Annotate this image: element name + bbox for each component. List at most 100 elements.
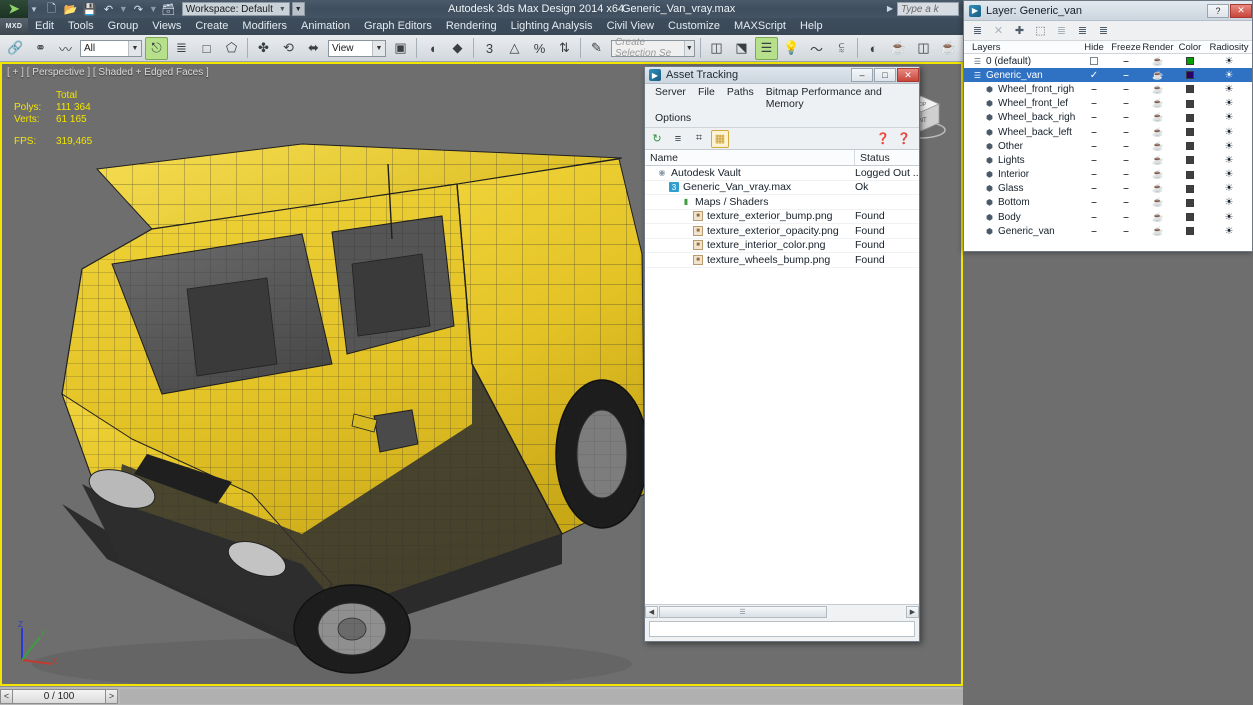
scroll-left-icon[interactable]: ◀	[645, 605, 658, 618]
rendered-frame-window-icon[interactable]: ◫	[912, 37, 935, 60]
max-logo-icon[interactable]: ➤	[0, 0, 28, 18]
asset-row[interactable]: ■ texture_wheels_bump.png Found	[645, 253, 919, 268]
percent-snap-toggle-icon[interactable]: %	[528, 37, 551, 60]
scroll-right-icon[interactable]: ▶	[906, 605, 919, 618]
layer-color-swatch[interactable]	[1174, 85, 1206, 94]
asset-row[interactable]: ■ texture_interior_color.png Found	[645, 239, 919, 253]
menu-edit[interactable]: Edit	[28, 18, 61, 35]
layer-render-toggle[interactable]: ☕	[1142, 70, 1174, 81]
menu-animation[interactable]: Animation	[294, 18, 357, 35]
layer-render-toggle[interactable]: ☕	[1142, 226, 1174, 237]
mirror-icon[interactable]: ◫	[705, 37, 728, 60]
layer-column-layers[interactable]: Layers	[964, 42, 1078, 53]
layer-color-swatch[interactable]	[1174, 57, 1206, 66]
menu-modifiers[interactable]: Modifiers	[235, 18, 294, 35]
layer-manager-dialog[interactable]: ▶ Layer: Generic_van ? ✕ ≣ ✕ ✚ ⬚ ≣ ≣ ≣ L…	[963, 0, 1253, 252]
save-file-button[interactable]: 💾	[81, 1, 98, 17]
layer-hide-toggle[interactable]: –	[1078, 169, 1110, 180]
rectangular-selection-region-icon[interactable]: □	[195, 37, 218, 60]
select-and-link-icon[interactable]: 🔗	[4, 37, 27, 60]
layer-row-wheel-front-left[interactable]: ⬢ Wheel_front_lef – – ☕ ☀	[964, 97, 1252, 111]
layer-row-glass[interactable]: ⬢ Glass – – ☕ ☀	[964, 182, 1252, 196]
asset-menu-file[interactable]: File	[692, 85, 721, 111]
add-selection-to-layer-icon[interactable]: ✚	[1011, 22, 1028, 39]
new-file-button[interactable]: 🗋	[43, 1, 60, 17]
reference-coordinate-system-combo[interactable]: View ▼	[328, 39, 386, 57]
delete-layer-icon[interactable]: ✕	[990, 22, 1007, 39]
layer-freeze-toggle[interactable]: –	[1110, 70, 1142, 81]
set-project-folder-button[interactable]: 🗃	[160, 1, 177, 17]
snaps-toggle-icon[interactable]: 3	[478, 37, 501, 60]
use-pivot-point-center-icon[interactable]: ▣	[389, 37, 412, 60]
layer-hide-toggle[interactable]: –	[1078, 127, 1110, 138]
timeline-track[interactable]	[120, 688, 963, 704]
layer-hide-toggle[interactable]	[1078, 57, 1110, 66]
menu-rendering[interactable]: Rendering	[439, 18, 504, 35]
refresh-icon[interactable]: ↻	[648, 130, 666, 148]
asset-menu-server[interactable]: Server	[649, 85, 692, 111]
layer-radiosity-toggle[interactable]: ☀	[1206, 84, 1252, 95]
layer-radiosity-toggle[interactable]: ☀	[1206, 56, 1252, 67]
menu-group[interactable]: Group	[101, 18, 146, 35]
layer-row-body[interactable]: ⬢ Body – – ☕ ☀	[964, 210, 1252, 224]
menu-tools[interactable]: Tools	[61, 18, 101, 35]
layer-color-swatch[interactable]	[1174, 128, 1206, 137]
layer-dialog-title-bar[interactable]: ▶ Layer: Generic_van ? ✕	[964, 1, 1252, 21]
minimize-button[interactable]: –	[851, 68, 873, 82]
asset-menu-paths[interactable]: Paths	[721, 85, 760, 111]
select-and-move-icon[interactable]: ✤	[252, 37, 275, 60]
layer-color-swatch[interactable]	[1174, 71, 1206, 80]
asset-list[interactable]: ◉ Autodesk Vault Logged Out ... 3 Generi…	[645, 166, 919, 604]
layer-render-toggle[interactable]: ☕	[1142, 127, 1174, 138]
render-setup-icon[interactable]: ☕	[887, 37, 910, 60]
layer-column-hide[interactable]: Hide	[1078, 42, 1110, 53]
render-production-icon[interactable]: ☕	[937, 37, 960, 60]
layer-manager-icon[interactable]: ☰	[755, 36, 778, 60]
layer-freeze-toggle[interactable]: –	[1110, 212, 1142, 223]
layer-freeze-toggle[interactable]: –	[1110, 56, 1142, 67]
asset-tracking-title-bar[interactable]: ▶ Asset Tracking – □ ✕	[645, 67, 919, 84]
select-object-icon[interactable]: ⎋	[145, 36, 168, 60]
menu-views[interactable]: Views	[145, 18, 188, 35]
layer-column-color[interactable]: Color	[1174, 42, 1206, 53]
keyboard-shortcut-override-icon[interactable]: ◆	[446, 37, 469, 60]
set-current-layer-icon[interactable]: ≣	[1053, 22, 1070, 39]
layer-radiosity-toggle[interactable]: ☀	[1206, 127, 1252, 138]
select-and-manipulate-icon[interactable]: ◖	[421, 37, 444, 60]
layer-radiosity-toggle[interactable]: ☀	[1206, 169, 1252, 180]
layer-color-swatch[interactable]	[1174, 142, 1206, 151]
spinner-snap-toggle-icon[interactable]: ⇅	[553, 37, 576, 60]
layer-color-swatch[interactable]	[1174, 213, 1206, 222]
grid-view-icon[interactable]: ▦	[711, 129, 729, 148]
asset-column-name[interactable]: Name	[645, 150, 855, 165]
layer-freeze-toggle[interactable]: –	[1110, 112, 1142, 123]
material-editor-icon[interactable]: ◐	[862, 37, 885, 60]
layer-hide-toggle[interactable]: –	[1078, 197, 1110, 208]
asset-menu-options[interactable]: Options	[649, 111, 697, 125]
select-by-name-icon[interactable]: ≣	[170, 37, 193, 60]
previous-frame-button[interactable]: <	[0, 688, 13, 704]
layer-hide-toggle[interactable]: –	[1078, 226, 1110, 237]
layer-row-interior[interactable]: ⬢ Interior – – ☕ ☀	[964, 168, 1252, 182]
next-frame-button[interactable]: >	[105, 688, 118, 704]
layer-freeze-toggle[interactable]: –	[1110, 98, 1142, 109]
layer-row-bottom[interactable]: ⬢ Bottom – – ☕ ☀	[964, 196, 1252, 210]
close-button[interactable]: ✕	[897, 68, 919, 82]
layer-row-wheel-front-right[interactable]: ⬢ Wheel_front_righ – – ☕ ☀	[964, 82, 1252, 96]
layer-current-checkmark[interactable]: ✓	[1078, 70, 1110, 81]
layer-row-generic-van[interactable]: ☰ Generic_van ✓ – ☕ ☀	[964, 68, 1252, 83]
asset-row[interactable]: 3 Generic_Van_vray.max Ok	[645, 181, 919, 195]
select-and-rotate-icon[interactable]: ⟲	[277, 37, 300, 60]
layer-color-swatch[interactable]	[1174, 113, 1206, 122]
layer-hide-toggle[interactable]: –	[1078, 155, 1110, 166]
layer-freeze-toggle[interactable]: –	[1110, 127, 1142, 138]
layer-radiosity-toggle[interactable]: ☀	[1206, 112, 1252, 123]
menu-maxscript[interactable]: MAXScript	[727, 18, 793, 35]
menu-help[interactable]: Help	[793, 18, 830, 35]
workspace-dropdown-button[interactable]: ▼	[291, 2, 305, 16]
menu-civil-view[interactable]: Civil View	[600, 18, 661, 35]
asset-row[interactable]: ◉ Autodesk Vault Logged Out ...	[645, 166, 919, 181]
window-crossing-toggle-icon[interactable]: ⬠	[220, 37, 243, 60]
layer-row-generic-van-object[interactable]: ⬢ Generic_van – – ☕ ☀	[964, 224, 1252, 238]
layer-render-toggle[interactable]: ☕	[1142, 141, 1174, 152]
